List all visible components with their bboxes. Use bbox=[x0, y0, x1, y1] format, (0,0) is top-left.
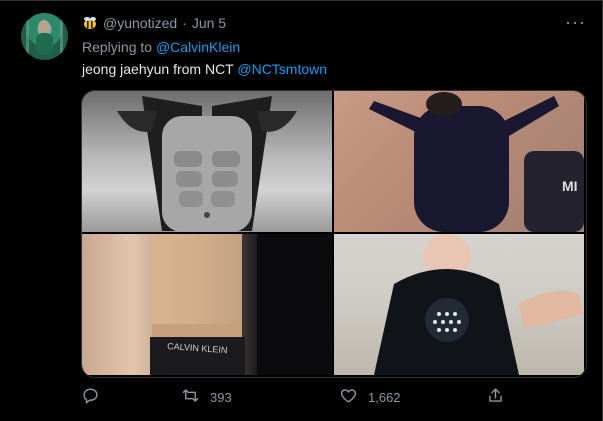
photo-4[interactable] bbox=[334, 234, 584, 375]
reply-button[interactable] bbox=[81, 386, 110, 408]
share-icon bbox=[486, 386, 505, 408]
retweet-button[interactable]: 393 bbox=[181, 386, 232, 408]
reply-icon bbox=[81, 386, 100, 408]
tweet-actions: 393 1,662 bbox=[81, 385, 511, 409]
photo-1[interactable] bbox=[82, 91, 332, 232]
photo-2[interactable]: MI bbox=[334, 91, 584, 232]
tweet-mention[interactable]: @NCTsmtown bbox=[237, 61, 327, 77]
tweet-body: jeong jaehyun from NCT bbox=[82, 61, 234, 77]
avatar[interactable] bbox=[21, 13, 68, 60]
replying-to-mention[interactable]: @CalvinKlein bbox=[156, 39, 240, 55]
replying-prefix: Replying to bbox=[82, 39, 153, 55]
heart-icon bbox=[339, 386, 358, 408]
like-button[interactable]: 1,662 bbox=[339, 386, 401, 408]
separator: · bbox=[182, 15, 187, 31]
author-handle[interactable]: @yunotized bbox=[103, 15, 177, 31]
bee-icon bbox=[82, 16, 98, 30]
tweet-date[interactable]: Jun 5 bbox=[192, 15, 226, 31]
more-options-button[interactable]: ··· bbox=[565, 12, 586, 33]
replying-to: Replying to @CalvinKlein bbox=[82, 39, 240, 55]
photo-3[interactable]: CALVIN KLEIN bbox=[82, 234, 332, 375]
svg-text:MI: MI bbox=[562, 178, 578, 194]
retweet-count: 393 bbox=[210, 389, 232, 405]
retweet-icon bbox=[181, 386, 200, 408]
like-count: 1,662 bbox=[368, 389, 401, 405]
share-button[interactable] bbox=[486, 386, 515, 408]
media-grid: MI CALVIN KLEIN bbox=[81, 90, 587, 378]
tweet-header: @yunotized · Jun 5 bbox=[82, 15, 226, 31]
tweet-text: jeong jaehyun from NCT @NCTsmtown bbox=[82, 61, 327, 77]
tweet-card[interactable]: @yunotized · Jun 5 ··· Replying to @Calv… bbox=[0, 0, 603, 421]
